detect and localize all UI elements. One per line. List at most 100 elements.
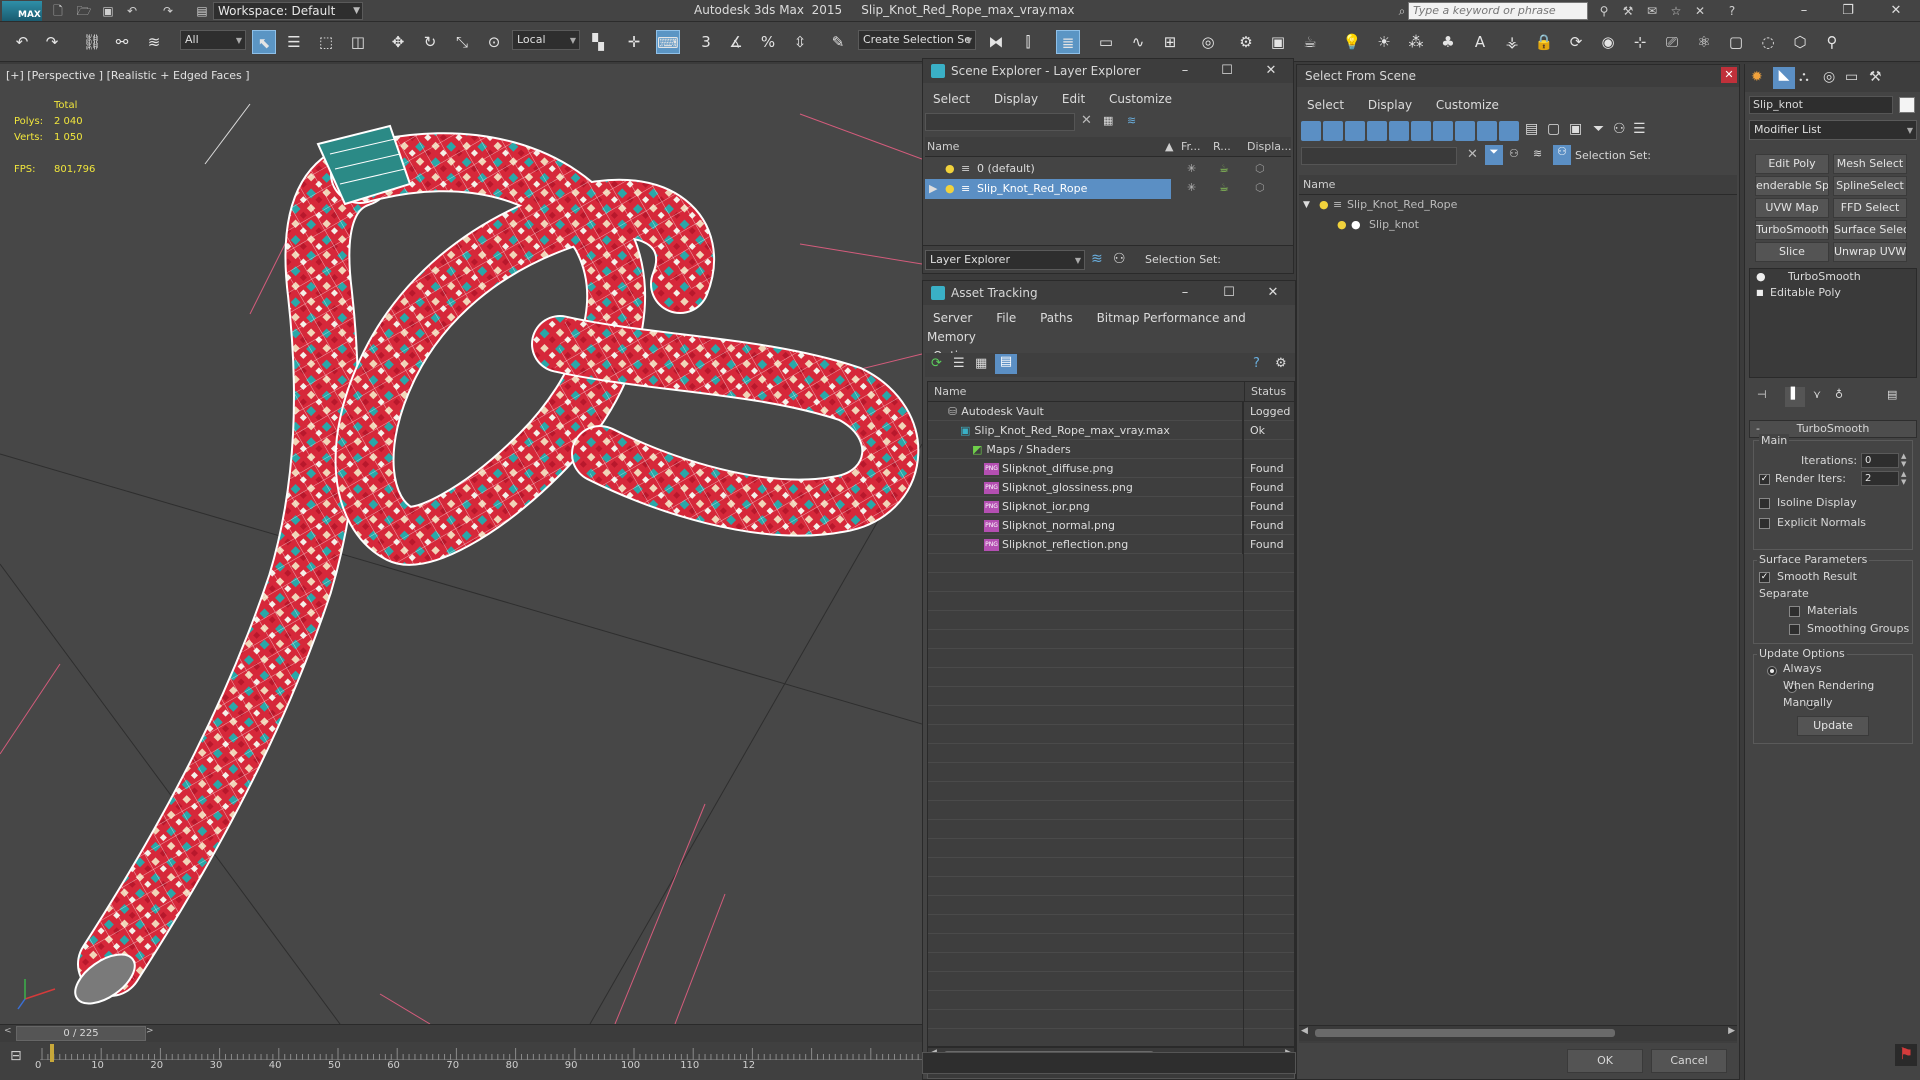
display-shapes-icon[interactable] <box>1323 121 1343 141</box>
display-none-icon[interactable]: ▢ <box>1547 121 1560 137</box>
time-slider-thumb[interactable]: 0 / 225 <box>16 1026 146 1041</box>
perspective-viewport[interactable]: [+] [Perspective ] [Realistic + Edged Fa… <box>0 64 922 1024</box>
place-icon[interactable]: ⊙ <box>482 30 506 54</box>
motion-tab-icon[interactable]: ◎ <box>1823 69 1835 85</box>
layer-row[interactable]: ● ≡ 0 (default) ✳ ☕ ⬡ <box>925 159 1291 179</box>
spinner-arrows-icon[interactable]: ▲ ▼ <box>1901 452 1906 468</box>
menu-edit[interactable]: Edit <box>1062 92 1085 106</box>
menu-bitmap-performance[interactable]: Bitmap Performance and Memory <box>927 311 1246 344</box>
display-xrefs-icon[interactable] <box>1455 121 1475 141</box>
unwrap-uvw-button[interactable]: Unwrap UVW <box>1833 242 1907 262</box>
rendered-frame-window-icon[interactable]: ▣ <box>1266 30 1290 54</box>
mesh-select-button[interactable]: Mesh Select <box>1833 154 1907 174</box>
track-bar[interactable]: ⊟ 0 10 20 30 40 50 60 70 80 90 100 110 12 <box>0 1042 922 1080</box>
create-lights-icon[interactable]: 💡 <box>1340 30 1364 54</box>
select-manipulate-icon[interactable]: ✛ <box>622 30 646 54</box>
always-radio[interactable] <box>1767 666 1777 676</box>
display-cameras-icon[interactable] <box>1367 121 1387 141</box>
render-iters-spinner[interactable]: 2 <box>1861 471 1899 486</box>
ok-button[interactable]: OK <box>1567 1049 1643 1073</box>
col-name[interactable]: Name <box>1303 175 1335 194</box>
explicit-normals-checkbox[interactable] <box>1759 518 1770 529</box>
curve-editor-icon[interactable]: ⊟ <box>10 1048 22 1064</box>
refresh-icon[interactable]: ⟳ <box>1564 30 1588 54</box>
favorites-star-icon[interactable]: ☆ <box>1668 3 1684 19</box>
communication-icon[interactable]: ✉ <box>1644 3 1660 19</box>
scene-explorer-titlebar[interactable]: Scene Explorer - Layer Explorer – ☐ ✕ <box>923 59 1293 83</box>
close-icon[interactable]: ✕ <box>1876 2 1916 20</box>
modifier-stack[interactable]: ● TurboSmooth ■ Editable Poly <box>1749 268 1917 378</box>
hierarchy-tab-icon[interactable]: ⛬ <box>1799 69 1809 85</box>
display-geometry-icon[interactable] <box>1301 121 1321 141</box>
help-icon[interactable]: ? <box>1724 3 1740 19</box>
edit-poly-button[interactable]: Edit Poly <box>1755 154 1829 174</box>
lock-icon[interactable]: 🔒 <box>1532 30 1556 54</box>
asset-row[interactable]: PNG Slipknot_glossiness.png Found <box>928 478 1294 497</box>
particle-icon[interactable]: ⁂ <box>1404 30 1428 54</box>
utilities-tab-icon[interactable]: ⚒ <box>1869 69 1882 85</box>
menu-customize[interactable]: Customize <box>1436 98 1499 112</box>
display-bones-icon[interactable] <box>1477 121 1497 141</box>
reference-coordinate-dropdown[interactable]: Local ▼ <box>512 30 580 50</box>
keyword-search-input[interactable]: Type a keyword or phrase <box>1408 2 1588 20</box>
display-spacewarps-icon[interactable] <box>1411 121 1431 141</box>
display-lights-icon[interactable] <box>1345 121 1365 141</box>
scrollbar-thumb[interactable] <box>1315 1029 1615 1037</box>
minimize-icon[interactable]: – <box>1163 281 1207 305</box>
configure-sets-icon[interactable]: ▤ <box>1887 388 1897 401</box>
new-file-icon[interactable]: 🗋 <box>50 3 66 19</box>
bind-space-warp-icon[interactable]: ≋ <box>142 30 166 54</box>
stack-item[interactable]: ■ Editable Poly <box>1750 285 1916 301</box>
menu-select[interactable]: Select <box>1307 98 1344 112</box>
show-end-result-icon[interactable]: ▌ <box>1785 387 1805 407</box>
spinner-snap-icon[interactable]: ⇳ <box>788 30 812 54</box>
surface-select-button[interactable]: Surface Select <box>1833 220 1907 240</box>
close-icon[interactable]: ✕ <box>1721 67 1737 83</box>
hierarchy-mode-icon[interactable]: ⚇ <box>1553 145 1571 165</box>
align-icon[interactable]: ⫿ <box>1016 30 1040 54</box>
display-groups-icon[interactable] <box>1433 121 1453 141</box>
tree-row-layer[interactable]: ▼ ● ≡ Slip_Knot_Red_Rope <box>1299 195 1737 215</box>
material-sphere-icon[interactable]: ◉ <box>1596 30 1620 54</box>
undo-icon[interactable]: ↶ <box>10 30 34 54</box>
maxscript-listener-input[interactable] <box>922 1052 1296 1074</box>
select-children-icon[interactable]: ⚇ <box>1509 147 1519 160</box>
asset-row[interactable]: PNG Slipknot_diffuse.png Found <box>928 459 1294 478</box>
current-frame-marker[interactable] <box>50 1044 54 1062</box>
tree-row-object[interactable]: ● ● Slip_knot <box>1299 215 1737 235</box>
menu-display[interactable]: Display <box>1368 98 1412 112</box>
pivot-center-icon[interactable]: ▚ <box>586 30 610 54</box>
select-from-scene-titlebar[interactable]: Select From Scene ✕ <box>1297 65 1739 87</box>
project-folder-icon[interactable]: ▤ <box>194 3 210 19</box>
light-bulb-icon[interactable]: ● <box>945 159 955 179</box>
freeze-icon[interactable]: ✳ <box>1187 181 1196 194</box>
compound-icon[interactable]: ⚶ <box>1500 30 1524 54</box>
minimize-icon[interactable]: – <box>1163 59 1207 83</box>
helper-icon[interactable]: ⚛ <box>1692 30 1716 54</box>
workspace-dropdown[interactable]: Workspace: Default ▼ <box>213 2 363 20</box>
spline-select-button[interactable]: SplineSelect <box>1833 176 1907 196</box>
pin-stack-icon[interactable]: ⊣ <box>1757 388 1767 401</box>
refresh-icon[interactable]: ⟳ <box>931 356 942 371</box>
col-frozen[interactable]: Fr... <box>1181 137 1201 156</box>
move-icon[interactable]: ✥ <box>386 30 410 54</box>
spinner-arrows-icon[interactable]: ▲ ▼ <box>1901 470 1906 486</box>
uvw-map-button[interactable]: UVW Map <box>1755 198 1829 218</box>
materials-checkbox[interactable] <box>1789 606 1800 617</box>
display-helpers-icon[interactable] <box>1389 121 1409 141</box>
explorer-type-dropdown[interactable]: Layer Explorer ▼ <box>925 250 1085 270</box>
clear-search-icon[interactable]: ✕ <box>1081 113 1092 128</box>
display-tab-icon[interactable]: ▭ <box>1845 69 1858 85</box>
unlink-icon[interactable]: ⚯ <box>110 30 134 54</box>
curve-editor-icon[interactable]: ∿ <box>1126 30 1150 54</box>
viewport-label[interactable]: [+] [Perspective ] [Realistic + Edged Fa… <box>6 69 250 82</box>
find-input[interactable] <box>1301 147 1457 165</box>
open-file-icon[interactable]: 🗁 <box>76 3 92 19</box>
select-by-name-icon[interactable]: ☰ <box>282 30 306 54</box>
create-tab-icon[interactable]: ✹ <box>1751 69 1763 85</box>
thumbnail-view-icon[interactable]: ▦ <box>975 356 987 371</box>
menu-display[interactable]: Display <box>994 92 1038 106</box>
asset-tracking-titlebar[interactable]: Asset Tracking – ☐ ✕ <box>923 281 1295 305</box>
turbosmooth-button[interactable]: TurboSmooth <box>1755 220 1829 240</box>
schematic-view-icon[interactable]: ⊞ <box>1158 30 1182 54</box>
